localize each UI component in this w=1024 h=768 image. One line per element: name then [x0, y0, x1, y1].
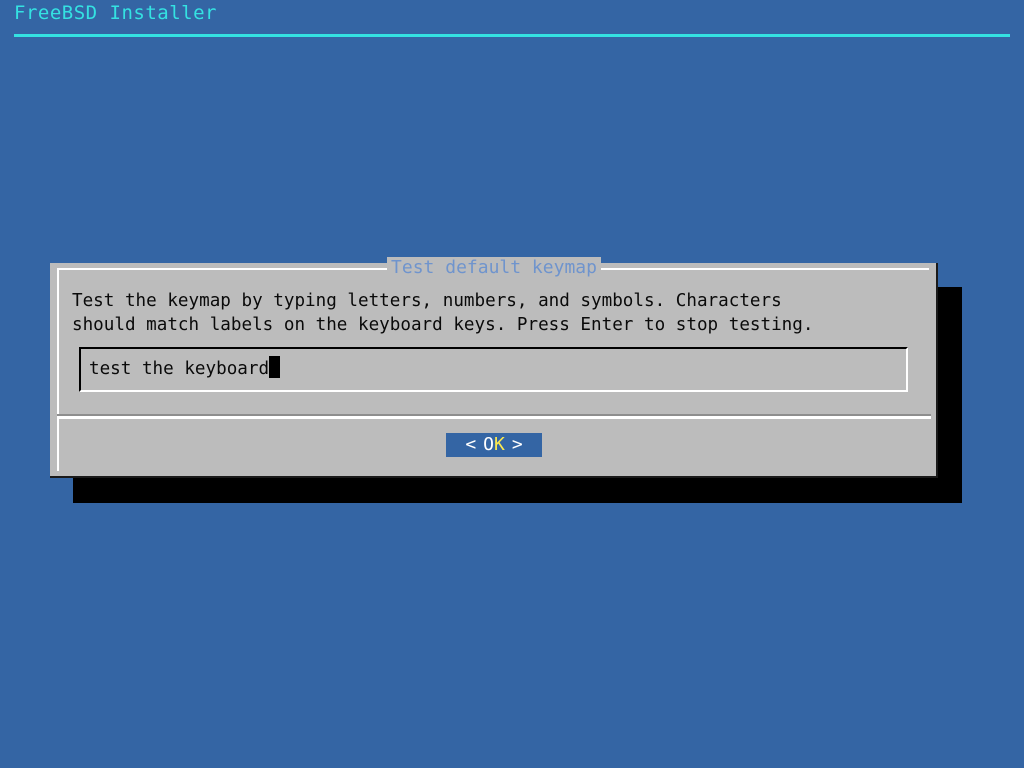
dialog-message-line-2: should match labels on the keyboard keys…	[72, 315, 814, 335]
left-angle-bracket-icon: <	[465, 434, 477, 455]
dialog-title: Test default keymap	[59, 257, 929, 278]
dialog-message-line-1: Test the keymap by typing letters, numbe…	[72, 291, 782, 311]
text-cursor	[269, 356, 281, 378]
keymap-test-input-value: test the keyboard	[89, 359, 270, 379]
header-divider	[14, 34, 1010, 37]
dialog-button-row: < OK >	[57, 424, 931, 466]
ok-button-label-head: O	[483, 434, 494, 455]
installer-screen: FreeBSD Installer Test default keymap Te…	[0, 0, 1024, 768]
dialog-title-label: Test default keymap	[387, 257, 601, 278]
ok-button-hotkey: K	[494, 434, 505, 455]
keymap-test-input-text: test the keyboard	[89, 356, 281, 382]
page-title: FreeBSD Installer	[14, 2, 217, 24]
dialog-message: Test the keymap by typing letters, numbe…	[72, 289, 922, 337]
ok-button-label: OK	[483, 433, 505, 457]
right-angle-bracket-icon: >	[511, 434, 523, 455]
keymap-test-input[interactable]: test the keyboard	[79, 347, 908, 392]
dialog-separator	[57, 414, 931, 419]
ok-button[interactable]: < OK >	[446, 433, 542, 457]
